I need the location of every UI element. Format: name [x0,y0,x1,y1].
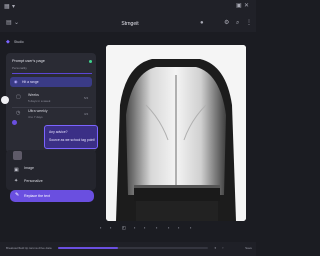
calendar-icon: ▢ [16,94,21,100]
progress-line [12,73,92,74]
list-item[interactable]: Image [24,166,34,170]
sparkle-icon: ✦ [14,178,19,184]
status-text: Breakout/field tip tanma drive data [6,246,52,250]
top-bar: ▦ ▾ ▣ ✕ ▤ ⌄ ● ⚙ ⌕ ⋮ Strngeit [0,0,256,32]
row-value: 3/4 [84,112,89,116]
replace-text-button[interactable]: ✎ Replace the text [10,190,94,202]
prev-frame-icon[interactable]: ▪ [100,225,101,230]
user-icon[interactable]: ● [200,20,204,26]
save-link[interactable]: Save [245,246,252,250]
more-icon[interactable]: ⋮ [246,20,252,26]
timeline-track[interactable] [58,247,208,249]
fullscreen-icon[interactable]: ▫ [222,245,223,250]
zoom-out-icon[interactable]: ▪ [156,225,157,230]
studio-icon: ◆ [6,39,10,45]
zoom-in-icon[interactable]: ▪ [168,225,169,230]
playback-controls: ▪ ▪ ◰ ▪ ▪ ▪ ▪ ▪ ▪ [98,222,214,234]
avatar[interactable] [13,151,22,160]
settings-icon[interactable]: ⚙ [224,20,229,26]
row-label: Weeks [28,93,39,97]
field-label: Prompt user's page [12,59,45,63]
window-icon[interactable]: ▣ [236,3,242,9]
close-icon[interactable]: ✕ [244,3,249,9]
bubble-text: Source as we school tag point! [49,138,96,142]
list-item[interactable]: Personalize [24,179,43,183]
photo-illustration [106,45,246,221]
media-list: ▣ Image ✦ Personalize [6,150,96,190]
volume-icon[interactable]: ◖ [214,245,216,250]
photo-canvas[interactable] [106,45,246,221]
window-title: Strngeit [121,21,139,27]
range-chip[interactable]: ◉ Hit a range [10,77,92,87]
redo-icon[interactable]: ▪ [144,225,145,230]
app-icon[interactable]: ▦ [4,4,10,10]
chevron-down-icon[interactable]: ⌄ [14,20,19,26]
timeline-progress [58,247,118,249]
row-value: 5/4 [84,96,89,100]
selected-dot-icon [12,120,17,125]
undo-icon[interactable]: ▪ [134,225,135,230]
clock-icon: ◷ [16,110,21,116]
button-label: Replace the text [24,194,50,198]
row-sub: 5 days in a week [28,99,51,103]
status-dot-icon [89,60,92,63]
chat-bubble[interactable]: Any advice? Source as we school tag poin… [44,125,98,149]
section-label: Studio [14,40,24,44]
download-icon[interactable]: ▪ [190,225,191,230]
chip-label: Hit a range [22,80,39,84]
add-icon[interactable] [1,96,9,104]
divider [12,107,92,108]
edit-icon: ✎ [15,192,20,198]
menu-icon[interactable]: ▾ [12,4,15,10]
fit-icon[interactable]: ▪ [178,225,179,230]
crop-icon[interactable]: ◰ [122,225,126,230]
row-sub: 4 to 7 days [28,115,43,119]
chip-icon: ◉ [14,79,18,84]
row-label: Ultra weekly [28,109,48,113]
field-sub: Personality [12,66,27,70]
grid-icon[interactable]: ▤ [6,20,12,26]
bubble-title: Any advice? [49,130,68,134]
search-icon[interactable]: ⌕ [236,20,239,26]
rewind-icon[interactable]: ▪ [110,225,111,230]
image-icon: ▣ [14,167,19,173]
